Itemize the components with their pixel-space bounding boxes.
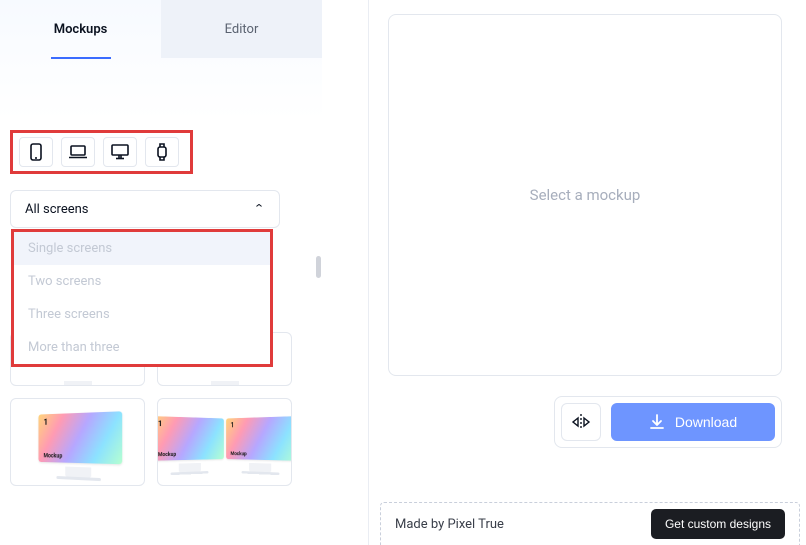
device-desktop-button[interactable] bbox=[103, 137, 137, 167]
scrollbar-thumb[interactable] bbox=[316, 256, 321, 278]
mockup-card[interactable]: 1 Mockup 1 Mockup bbox=[157, 398, 292, 486]
dropdown-option-two[interactable]: Two screens bbox=[14, 265, 270, 298]
mirror-button[interactable] bbox=[561, 403, 601, 441]
mirror-icon bbox=[571, 413, 591, 431]
canvas-placeholder: Select a mockup bbox=[530, 186, 641, 204]
preview-canvas: Select a mockup bbox=[388, 14, 782, 376]
device-type-group bbox=[10, 130, 193, 174]
tab-editor[interactable]: Editor bbox=[161, 0, 322, 58]
dropdown-option-more[interactable]: More than three bbox=[14, 331, 270, 364]
mockup-label: Mockup bbox=[157, 452, 175, 458]
screens-dropdown-list: Single screens Two screens Three screens… bbox=[11, 229, 273, 367]
device-laptop-button[interactable] bbox=[61, 137, 95, 167]
dropdown-option-single[interactable]: Single screens bbox=[14, 232, 270, 265]
mockup-number: 1 bbox=[43, 418, 47, 428]
mockup-card[interactable]: 1 Mockup bbox=[10, 398, 145, 486]
desktop-icon bbox=[111, 144, 129, 160]
laptop-icon bbox=[68, 145, 88, 159]
watch-icon bbox=[156, 143, 168, 161]
download-label: Download bbox=[675, 414, 737, 430]
chevron-up-icon: ⌃ bbox=[253, 203, 265, 216]
screens-dropdown-label: All screens bbox=[25, 202, 89, 217]
device-phone-button[interactable] bbox=[19, 137, 53, 167]
screens-dropdown[interactable]: All screens ⌃ Single screens Two screens… bbox=[10, 190, 280, 228]
phone-icon bbox=[30, 143, 42, 161]
device-watch-button[interactable] bbox=[145, 137, 179, 167]
tabs: Mockups Editor bbox=[0, 0, 322, 58]
mockup-label: Mockup bbox=[43, 452, 62, 459]
tab-mockups[interactable]: Mockups bbox=[0, 0, 161, 58]
mockup-label: Mockup bbox=[230, 451, 246, 457]
footer-credit: Made by Pixel True bbox=[395, 517, 504, 532]
left-panel: Mockups Editor All screens ⌃ Single scre… bbox=[0, 0, 322, 545]
download-icon bbox=[649, 414, 665, 430]
action-bar: Download bbox=[554, 396, 782, 448]
download-button[interactable]: Download bbox=[611, 403, 775, 441]
custom-designs-button[interactable]: Get custom designs bbox=[651, 509, 785, 539]
panel-divider bbox=[368, 0, 369, 545]
mockup-number: 1 bbox=[230, 421, 234, 429]
screens-dropdown-header[interactable]: All screens ⌃ bbox=[11, 191, 279, 227]
footer-strip: Made by Pixel True Get custom designs bbox=[380, 502, 800, 545]
mockup-grid: 1 Mockup 1 Mockup 1 Mockup bbox=[10, 398, 300, 486]
dropdown-option-three[interactable]: Three screens bbox=[14, 298, 270, 331]
mockup-number: 1 bbox=[157, 420, 161, 429]
